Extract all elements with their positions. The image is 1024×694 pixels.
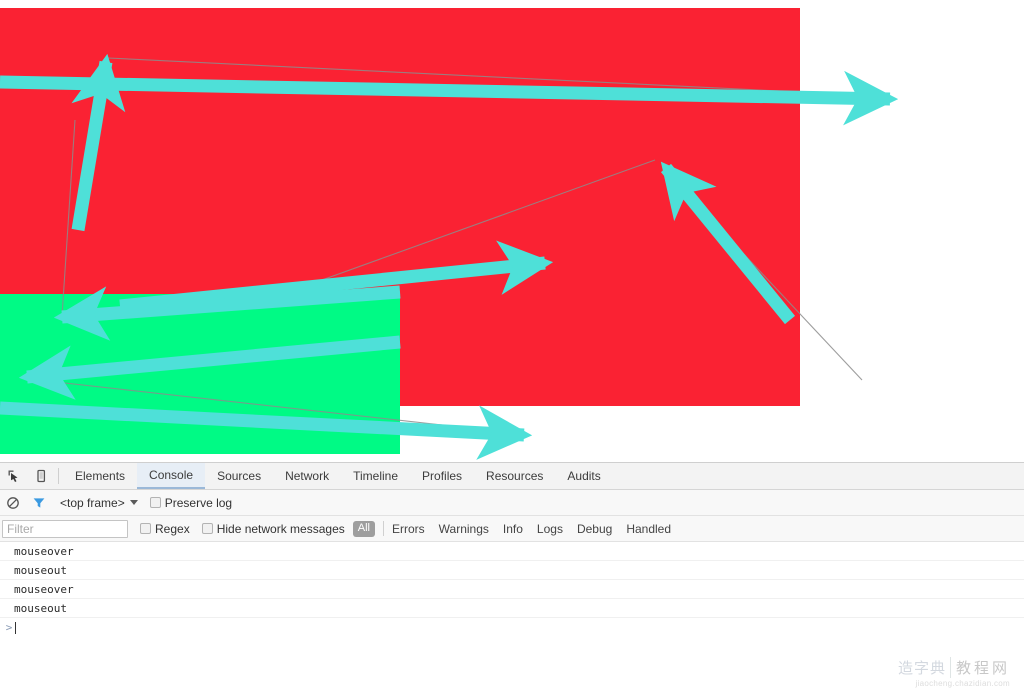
clear-console-icon[interactable]	[0, 496, 26, 510]
text-caret	[15, 621, 16, 634]
tab-elements[interactable]: Elements	[63, 463, 137, 489]
checkbox-icon[interactable]	[140, 523, 151, 534]
level-filter-warnings[interactable]: Warnings	[439, 522, 489, 536]
level-filter-info[interactable]: Info	[503, 522, 523, 536]
watermark-brand: 造字典 教程网	[898, 657, 1010, 678]
console-prompt[interactable]: >	[0, 618, 1024, 637]
devtools-tabs: Elements Console Sources Network Timelin…	[63, 463, 613, 489]
console-frame-row: <top frame> Preserve log	[0, 490, 1024, 516]
frame-selector-value: <top frame>	[60, 495, 125, 510]
level-filter-debug[interactable]: Debug	[577, 522, 612, 536]
page-viewport	[0, 0, 1024, 462]
green-inner-box[interactable]	[0, 294, 400, 454]
level-filter-logs[interactable]: Logs	[537, 522, 563, 536]
devtools-panel: Elements Console Sources Network Timelin…	[0, 462, 1024, 694]
prompt-arrow-icon: >	[5, 621, 13, 634]
level-filter-all[interactable]: All	[352, 520, 375, 537]
hide-network-messages-toggle[interactable]: Hide network messages	[201, 521, 345, 536]
filter-divider	[382, 521, 384, 536]
device-toolbar-icon[interactable]	[27, 463, 54, 489]
watermark-brand-cn: 造字典	[897, 659, 946, 677]
tab-audits[interactable]: Audits	[555, 463, 612, 489]
tab-resources[interactable]: Resources	[474, 463, 555, 489]
browser-window: Elements Console Sources Network Timelin…	[0, 0, 1024, 694]
regex-toggle[interactable]: Regex	[140, 522, 190, 536]
watermark-url: jiaocheng.chazidian.com	[915, 679, 1010, 688]
list-item: mouseout	[0, 599, 1024, 618]
frame-selector[interactable]: <top frame>	[60, 496, 138, 510]
regex-label: Regex	[155, 521, 190, 536]
checkbox-icon[interactable]	[201, 523, 213, 534]
tab-console[interactable]: Console	[137, 463, 206, 489]
filter-input[interactable]	[2, 519, 128, 538]
list-item: mouseout	[0, 561, 1024, 580]
console-filter-row: Regex Hide network messages All Errors W…	[0, 516, 1024, 542]
toolbar-divider	[58, 468, 59, 484]
tab-timeline[interactable]: Timeline	[341, 463, 410, 489]
preserve-log-label: Preserve log	[164, 495, 233, 510]
tab-network[interactable]: Network	[273, 463, 341, 489]
level-filter-handled[interactable]: Handled	[626, 522, 671, 536]
checkbox-icon[interactable]	[149, 497, 161, 508]
preserve-log-toggle[interactable]: Preserve log	[149, 495, 233, 510]
list-item: mouseover	[0, 580, 1024, 599]
chevron-down-icon	[129, 500, 138, 505]
inspect-element-icon[interactable]	[0, 463, 27, 489]
watermark: 造字典 教程网 jiaocheng.chazidian.com	[898, 657, 1010, 688]
tab-profiles[interactable]: Profiles	[410, 463, 474, 489]
tab-sources[interactable]: Sources	[205, 463, 273, 489]
hide-network-messages-label: Hide network messages	[216, 521, 345, 536]
console-message-list: mouseover mouseout mouseover mouseout >	[0, 542, 1024, 637]
devtools-tab-strip: Elements Console Sources Network Timelin…	[0, 463, 1024, 490]
level-filter-errors[interactable]: Errors	[392, 522, 425, 536]
filter-funnel-icon[interactable]	[26, 496, 52, 510]
watermark-brand-box: 教程网	[949, 657, 1010, 678]
list-item: mouseover	[0, 542, 1024, 561]
